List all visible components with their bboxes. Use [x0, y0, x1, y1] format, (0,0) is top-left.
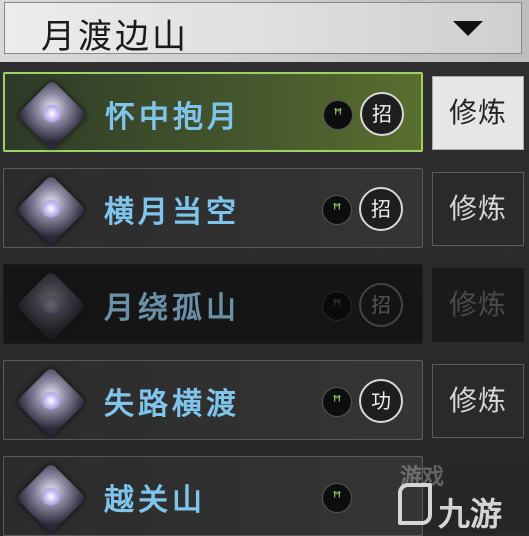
skill-row: 失路横渡 ꟸ 功 修炼	[0, 360, 529, 440]
skill-name: 越关山	[104, 483, 206, 518]
swirl-icon: ꟸ	[322, 291, 352, 321]
cultivate-button[interactable]: 修炼	[432, 268, 524, 342]
swirl-icon: ꟸ	[322, 483, 352, 513]
cultivate-button[interactable]: 修炼	[432, 172, 524, 246]
header-bar: 月渡边山	[0, 0, 529, 62]
skill-card-3[interactable]: 月绕孤山 ꟸ 招	[3, 264, 423, 344]
skill-row: 怀中抱月 ꟸ 招 修炼	[0, 72, 529, 152]
skill-icon	[15, 462, 87, 534]
cultivate-button[interactable]: 修炼	[432, 364, 524, 438]
skill-type-badge: 招	[360, 92, 404, 136]
swirl-icon: ꟸ	[323, 100, 353, 130]
skill-set-title: 月渡边山	[41, 17, 189, 57]
skill-set-dropdown[interactable]: 月渡边山	[4, 2, 522, 57]
skill-icon	[15, 366, 87, 438]
skill-card-1[interactable]: 怀中抱月 ꟸ 招	[3, 72, 423, 152]
skill-icon	[15, 174, 87, 246]
skill-card-4[interactable]: 失路横渡 ꟸ 功	[3, 360, 423, 440]
swirl-icon: ꟸ	[322, 387, 352, 417]
cultivate-button[interactable]: 修炼	[432, 76, 524, 150]
skill-name: 月绕孤山	[104, 291, 240, 326]
watermark: 游戏 九游	[350, 455, 529, 534]
skill-name: 横月当空	[104, 195, 240, 230]
skill-row: 月绕孤山 ꟸ 招 修炼	[0, 264, 529, 344]
skill-card-2[interactable]: 横月当空 ꟸ 招	[3, 168, 423, 248]
dropdown-arrow-icon[interactable]	[453, 21, 483, 36]
skill-type-badge: 招	[359, 187, 403, 231]
skill-name: 怀中抱月	[105, 100, 241, 135]
skill-type-badge: 功	[359, 379, 403, 423]
skill-icon	[16, 79, 88, 151]
watermark-text: 九游	[438, 495, 503, 533]
skill-type-badge: 招	[359, 283, 403, 327]
skill-row: 横月当空 ꟸ 招 修炼	[0, 168, 529, 248]
swirl-icon: ꟸ	[322, 195, 352, 225]
skill-name: 失路横渡	[104, 387, 240, 422]
skill-icon	[15, 270, 87, 342]
watermark-logo-icon	[398, 483, 432, 525]
